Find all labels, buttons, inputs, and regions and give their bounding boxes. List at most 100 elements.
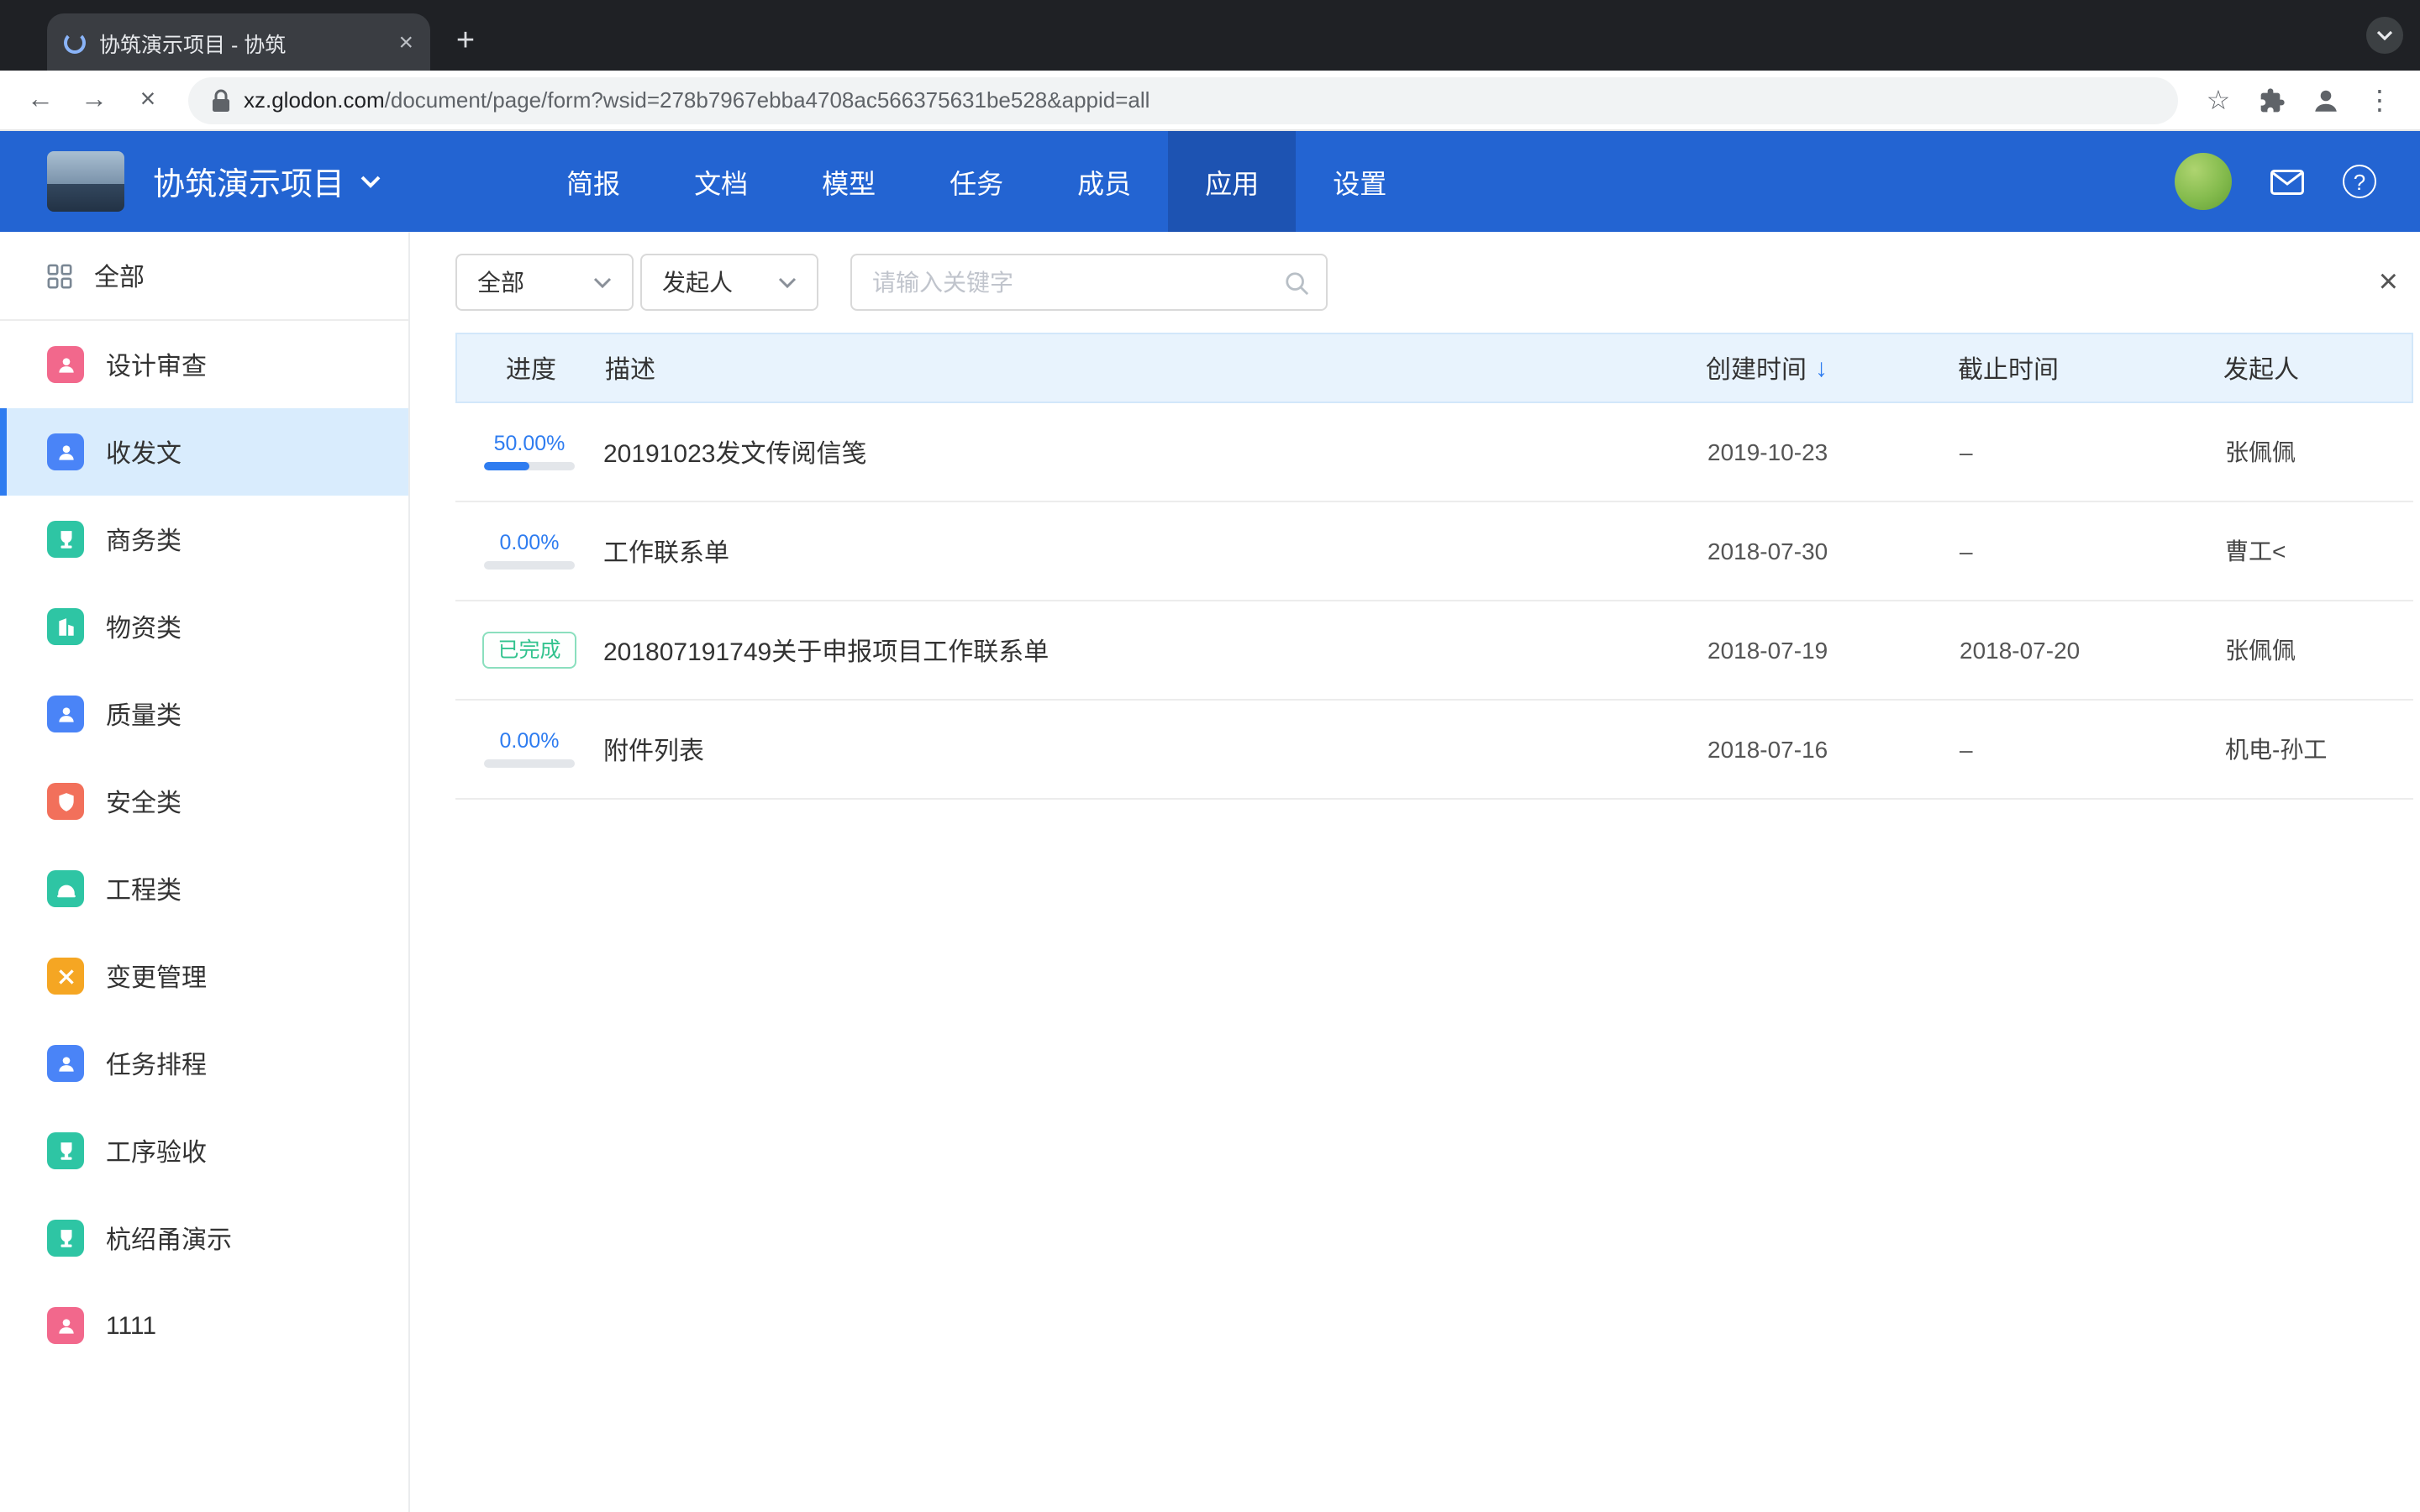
header-right: ? [2175, 153, 2420, 210]
column-header-进度[interactable]: 进度 [457, 350, 605, 386]
row-initiator: 机电-孙工 [2225, 732, 2413, 766]
row-initiator: 曹工< [2225, 534, 2413, 568]
app-header: 协筑演示项目 简报文档模型任务成员应用设置 ? [0, 131, 2420, 232]
tab-close-icon[interactable]: × [398, 29, 413, 55]
initiator-dropdown[interactable]: 发起人 [640, 254, 818, 311]
column-header-截止时间[interactable]: 截止时间 [1958, 350, 2223, 386]
nav-item-任务[interactable]: 任务 [913, 131, 1040, 232]
column-header-label: 进度 [506, 350, 556, 386]
progress-indicator: 0.00% [484, 533, 575, 570]
sidebar-item-label: 安全类 [106, 784, 182, 819]
column-header-label: 截止时间 [1958, 350, 2059, 386]
extensions-icon[interactable] [2249, 76, 2296, 123]
sidebar-item-1111[interactable]: 1111 [0, 1282, 408, 1369]
sidebar-item-label: 设计审查 [106, 347, 207, 382]
mail-icon [2270, 169, 2304, 194]
scissors-icon [47, 958, 84, 995]
sidebar-item-安全类[interactable]: 安全类 [0, 758, 408, 845]
project-title: 协筑演示项目 [153, 159, 345, 204]
sidebar-item-质量类[interactable]: 质量类 [0, 670, 408, 758]
status-badge: 已完成 [482, 632, 576, 669]
table-row[interactable]: 已完成201807191749关于申报项目工作联系单2018-07-192018… [455, 601, 2413, 701]
sidebar-item-all[interactable]: 全部 [0, 232, 408, 319]
person-icon [47, 433, 84, 470]
column-header-label: 描述 [605, 350, 655, 386]
help-button[interactable]: ? [2343, 165, 2376, 198]
browser-toolbar: ← → × xz.glodon.com/document/page/form?w… [0, 71, 2420, 131]
table-row[interactable]: 0.00%附件列表2018-07-16–机电-孙工 [455, 701, 2413, 800]
user-avatar[interactable] [2175, 153, 2232, 210]
browser-profile-icon[interactable] [2302, 76, 2349, 123]
sidebar-item-变更管理[interactable]: 变更管理 [0, 932, 408, 1020]
row-created-date: 2018-07-30 [1707, 538, 1960, 564]
project-switcher[interactable]: 协筑演示项目 [153, 159, 381, 204]
sidebar-item-工序验收[interactable]: 工序验收 [0, 1107, 408, 1194]
new-tab-button[interactable]: + [444, 20, 487, 64]
row-deadline-date: – [1960, 438, 2225, 465]
row-initiator: 张佩佩 [2225, 633, 2413, 667]
browser-profile-chip[interactable] [2366, 17, 2403, 54]
nav-item-应用[interactable]: 应用 [1168, 131, 1296, 232]
close-panel-icon[interactable]: × [2379, 265, 2398, 299]
address-bar[interactable]: xz.glodon.com/document/page/form?wsid=27… [188, 76, 2178, 123]
bookmark-star-icon[interactable]: ☆ [2195, 76, 2242, 123]
row-deadline-date: 2018-07-20 [1960, 637, 2225, 664]
nav-item-成员[interactable]: 成员 [1040, 131, 1168, 232]
tab-loading-spinner [64, 31, 86, 53]
category-dropdown[interactable]: 全部 [455, 254, 634, 311]
stop-loading-button[interactable]: × [124, 76, 171, 123]
nav-item-文档[interactable]: 文档 [657, 131, 785, 232]
column-header-label: 创建时间 [1706, 350, 1807, 386]
progress-bar [484, 562, 575, 570]
column-header-发起人[interactable]: 发起人 [2223, 350, 2412, 386]
header-nav: 简报文档模型任务成员应用设置 [529, 131, 1423, 232]
chevron-down-icon [360, 175, 381, 188]
nav-item-简报[interactable]: 简报 [529, 131, 657, 232]
sidebar-list: 设计审查收发文商务类物资类质量类安全类工程类变更管理任务排程工序验收杭绍甬演示1… [0, 321, 408, 1369]
messages-button[interactable] [2270, 169, 2304, 194]
sidebar-item-label: 变更管理 [106, 958, 207, 994]
puzzle-icon [2259, 87, 2286, 113]
progress-bar [484, 760, 575, 769]
progress-percent: 0.00% [500, 731, 560, 752]
sidebar-item-label: 收发文 [106, 434, 182, 470]
sidebar-item-物资类[interactable]: 物资类 [0, 583, 408, 670]
browser-menu-icon[interactable]: ⋮ [2356, 76, 2403, 123]
browser-tab[interactable]: 协筑演示项目 - 协筑 × [47, 13, 430, 71]
column-header-描述[interactable]: 描述 [605, 350, 1706, 386]
browser-tabstrip: 协筑演示项目 - 协筑 × + [0, 0, 2420, 71]
forward-button[interactable]: → [71, 76, 118, 123]
search-input[interactable] [850, 254, 1328, 311]
progress-bar [484, 463, 575, 471]
tab-title: 协筑演示项目 - 协筑 [99, 26, 385, 58]
person-icon [47, 346, 84, 383]
row-initiator: 张佩佩 [2225, 435, 2413, 469]
lock-icon [212, 88, 230, 112]
sidebar-item-设计审查[interactable]: 设计审查 [0, 321, 408, 408]
row-created-date: 2019-10-23 [1707, 438, 1960, 465]
back-button[interactable]: ← [17, 76, 64, 123]
url-domain: xz.glodon.com [244, 87, 385, 113]
grid-icon [47, 263, 72, 288]
documents-table: 进度 描述 创建时间 ↓ 截止时间 发起人 50.00%20191023发文传阅信笺201… [455, 333, 2413, 800]
table-row[interactable]: 0.00%工作联系单2018-07-30–曹工< [455, 502, 2413, 601]
sidebar-item-商务类[interactable]: 商务类 [0, 496, 408, 583]
sidebar-item-杭绍甬演示[interactable]: 杭绍甬演示 [0, 1194, 408, 1282]
table-header: 进度 描述 创建时间 ↓ 截止时间 发起人 [455, 333, 2413, 403]
helmet-icon [47, 870, 84, 907]
row-description: 附件列表 [603, 732, 1707, 767]
progress-cell: 0.00% [455, 731, 603, 769]
person-icon [47, 1307, 84, 1344]
project-logo[interactable] [47, 151, 124, 212]
row-created-date: 2018-07-16 [1707, 736, 1960, 763]
sidebar-item-工程类[interactable]: 工程类 [0, 845, 408, 932]
sidebar-item-任务排程[interactable]: 任务排程 [0, 1020, 408, 1107]
nav-item-模型[interactable]: 模型 [785, 131, 913, 232]
column-header-创建时间[interactable]: 创建时间 ↓ [1706, 350, 1958, 386]
trophy-icon [47, 1132, 84, 1169]
sidebar-item-收发文[interactable]: 收发文 [0, 408, 408, 496]
nav-item-设置[interactable]: 设置 [1296, 131, 1423, 232]
chevron-down-icon [593, 276, 612, 288]
table-row[interactable]: 50.00%20191023发文传阅信笺2019-10-23–张佩佩 [455, 403, 2413, 502]
sort-desc-icon[interactable]: ↓ [1815, 354, 1828, 382]
